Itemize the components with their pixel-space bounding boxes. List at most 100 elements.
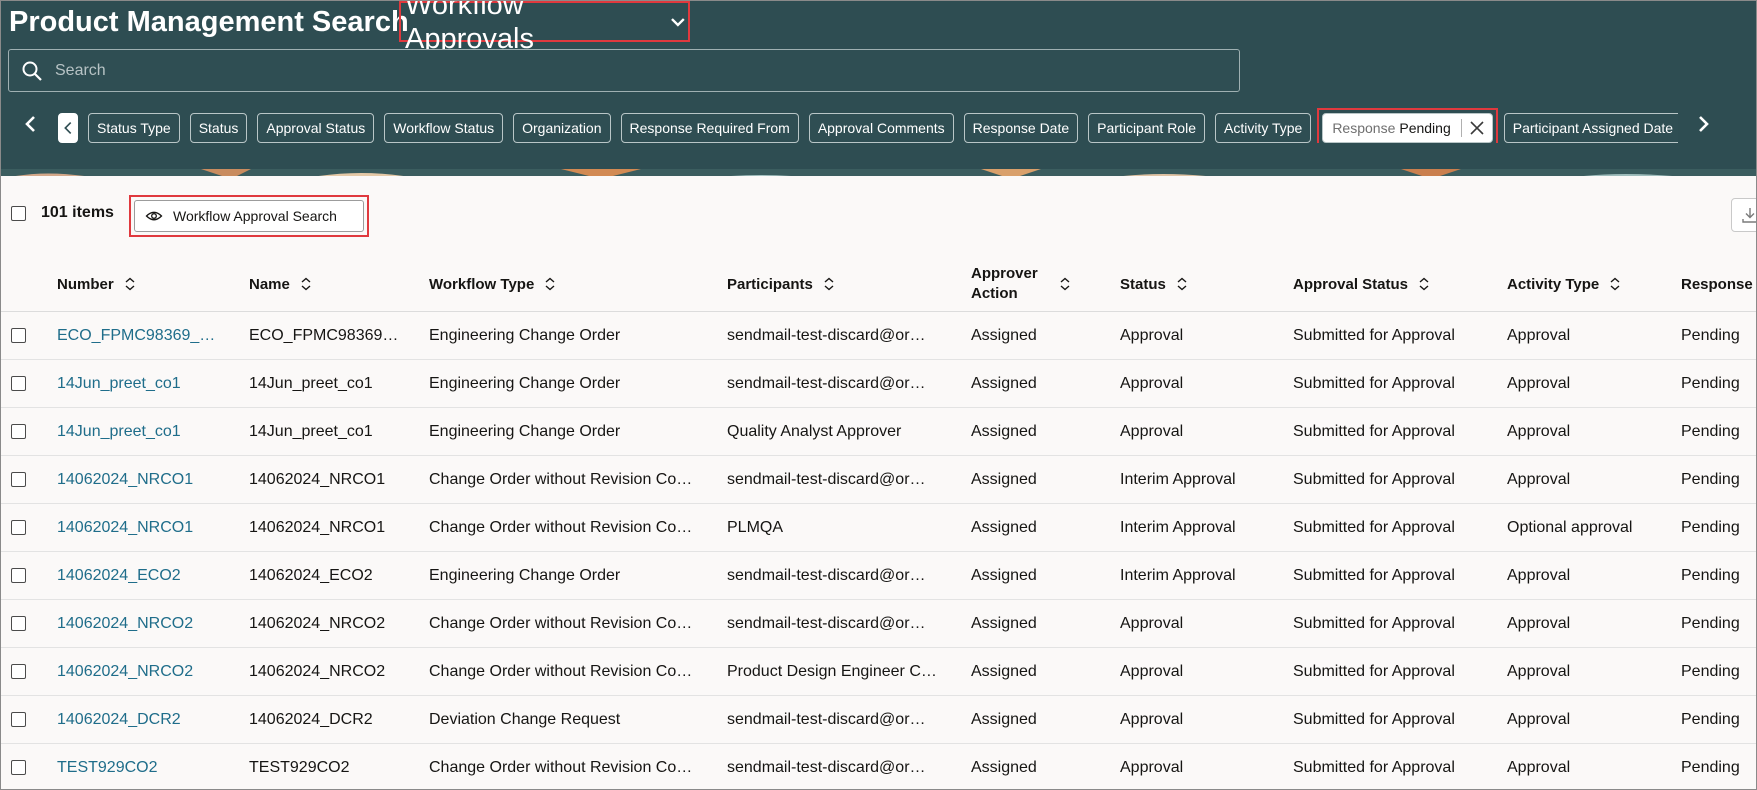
approval-status-cell: Submitted for Approval (1293, 567, 1455, 584)
filter-chip-status-type[interactable]: Status Type (88, 113, 180, 143)
column-header-name[interactable]: Name (249, 256, 312, 312)
filter-chip-participant-role[interactable]: Participant Role (1088, 113, 1205, 143)
table-row[interactable]: ECO_FPMC98369_… ECO_FPMC98369… Engineeri… (1, 312, 1756, 360)
results-toolbar: 101 items Workflow Approval Search (1, 176, 1756, 256)
sort-icon[interactable] (1176, 277, 1188, 291)
row-checkbox[interactable] (11, 664, 26, 679)
workflow-type-cell: Change Order without Revision Co… (429, 615, 693, 632)
row-checkbox[interactable] (11, 328, 26, 343)
status-cell: Approval (1120, 327, 1184, 344)
approval-status-cell: Submitted for Approval (1293, 663, 1455, 680)
response-cell: Pending (1681, 663, 1740, 680)
approver-action-cell: Assigned (971, 519, 1037, 536)
approver-action-cell: Assigned (971, 759, 1037, 776)
decorative-banner (1, 166, 1756, 176)
column-header-activity-type[interactable]: Activity Type (1507, 256, 1621, 312)
column-header-status[interactable]: Status (1120, 256, 1188, 312)
sort-icon[interactable] (544, 277, 556, 291)
number-link[interactable]: 14062024_NRCO2 (57, 648, 227, 696)
response-cell: Pending (1681, 423, 1740, 440)
name-cell: 14062024_NRCO2 (249, 663, 386, 680)
filter-chip-activity-type[interactable]: Activity Type (1214, 113, 1312, 143)
name-cell: 14062024_DCR2 (249, 711, 373, 728)
filter-chip-participant-assigned-date[interactable]: Participant Assigned Date (1503, 113, 1678, 143)
sort-icon[interactable] (124, 277, 136, 291)
row-checkbox[interactable] (11, 712, 26, 727)
column-header-response[interactable]: Response (1681, 256, 1753, 312)
sort-icon[interactable] (1609, 277, 1621, 291)
number-link[interactable]: 14062024_NRCO1 (57, 456, 227, 504)
column-header-label: Approver Action (971, 265, 1038, 302)
approver-action-cell: Assigned (971, 663, 1037, 680)
table-row[interactable]: 14062024_NRCO1 14062024_NRCO1 Change Ord… (1, 504, 1756, 552)
table-row[interactable]: 14062024_NRCO2 14062024_NRCO2 Change Ord… (1, 648, 1756, 696)
row-checkbox[interactable] (11, 520, 26, 535)
results-table: Number Name Workflow Type Participants A… (1, 256, 1756, 789)
page-title: Product Management Search (9, 6, 409, 38)
number-link[interactable]: ECO_FPMC98369_… (57, 312, 227, 360)
participants-cell: sendmail-test-discard@or… (727, 759, 926, 776)
column-header-approval-status[interactable]: Approval Status (1293, 256, 1430, 312)
table-row[interactable]: 14062024_NRCO1 14062024_NRCO1 Change Ord… (1, 456, 1756, 504)
table-row[interactable]: 14062024_ECO2 14062024_ECO2 Engineering … (1, 552, 1756, 600)
row-checkbox[interactable] (11, 760, 26, 775)
table-row[interactable]: 14Jun_preet_co1 14Jun_preet_co1 Engineer… (1, 360, 1756, 408)
activity-type-cell: Approval (1507, 615, 1571, 632)
response-cell: Pending (1681, 375, 1740, 392)
view-button-highlight: Workflow Approval Search (129, 195, 369, 237)
column-header-label: Approval Status (1293, 275, 1409, 293)
column-header-number[interactable]: Number (57, 256, 136, 312)
number-link[interactable]: 14Jun_preet_co1 (57, 408, 227, 456)
filter-chip-response[interactable]: Response Pending (1322, 113, 1493, 143)
table-row[interactable]: 14062024_DCR2 14062024_DCR2 Deviation Ch… (1, 696, 1756, 744)
column-header-approver-action[interactable]: Approver Action (971, 256, 1091, 312)
workflow-type-cell: Engineering Change Order (429, 327, 621, 344)
filter-chip-workflow-status[interactable]: Workflow Status (384, 113, 504, 143)
activity-type-cell: Approval (1507, 423, 1571, 440)
number-link[interactable]: 14062024_NRCO2 (57, 600, 227, 648)
number-link[interactable]: 14062024_NRCO1 (57, 504, 227, 552)
chevron-left-icon[interactable] (19, 112, 43, 136)
row-checkbox[interactable] (11, 568, 26, 583)
filter-chip-approval-status[interactable]: Approval Status (257, 113, 375, 143)
sort-icon[interactable] (300, 277, 312, 291)
filter-chip-clipped[interactable] (58, 113, 78, 143)
table-row[interactable]: 14062024_NRCO2 14062024_NRCO2 Change Ord… (1, 600, 1756, 648)
filter-chip-organization[interactable]: Organization (513, 113, 611, 143)
activity-type-cell: Approval (1507, 711, 1571, 728)
row-checkbox[interactable] (11, 424, 26, 439)
number-link[interactable]: TEST929CO2 (57, 744, 227, 789)
table-row[interactable]: 14Jun_preet_co1 14Jun_preet_co1 Engineer… (1, 408, 1756, 456)
status-cell: Interim Approval (1120, 519, 1236, 536)
number-link[interactable]: 14Jun_preet_co1 (57, 360, 227, 408)
filter-chip-status[interactable]: Status (189, 113, 248, 143)
name-cell: 14062024_NRCO2 (249, 615, 386, 632)
filter-chip-response-date[interactable]: Response Date (963, 113, 1079, 143)
view-selector[interactable]: Workflow Approvals (399, 1, 690, 55)
number-link[interactable]: 14062024_ECO2 (57, 552, 227, 600)
table-row[interactable]: TEST929CO2 TEST929CO2 Change Order witho… (1, 744, 1756, 789)
column-header-workflow-type[interactable]: Workflow Type (429, 256, 556, 312)
search-input[interactable] (55, 61, 1239, 80)
participants-cell: sendmail-test-discard@or… (727, 471, 926, 488)
column-header-participants[interactable]: Participants (727, 256, 835, 312)
approval-status-cell: Submitted for Approval (1293, 519, 1455, 536)
download-button[interactable] (1731, 198, 1756, 232)
filter-bar: Status Type Status Approval Status Workf… (1, 105, 1756, 143)
select-all-checkbox[interactable] (11, 206, 26, 221)
row-checkbox[interactable] (11, 472, 26, 487)
download-icon (1742, 208, 1756, 223)
sort-icon[interactable] (823, 277, 835, 291)
workflow-approval-search-button[interactable]: Workflow Approval Search (134, 200, 364, 232)
sort-icon[interactable] (1059, 277, 1071, 291)
row-checkbox[interactable] (11, 616, 26, 631)
status-cell: Approval (1120, 423, 1184, 440)
sort-icon[interactable] (1418, 277, 1430, 291)
filter-chip-approval-comments[interactable]: Approval Comments (808, 113, 954, 143)
app-frame: Product Management Search Workflow Appro… (0, 0, 1757, 790)
close-icon[interactable] (1468, 119, 1486, 137)
chevron-right-icon[interactable] (1691, 112, 1715, 136)
number-link[interactable]: 14062024_DCR2 (57, 696, 227, 744)
filter-chip-response-required-from[interactable]: Response Required From (620, 113, 799, 143)
row-checkbox[interactable] (11, 376, 26, 391)
